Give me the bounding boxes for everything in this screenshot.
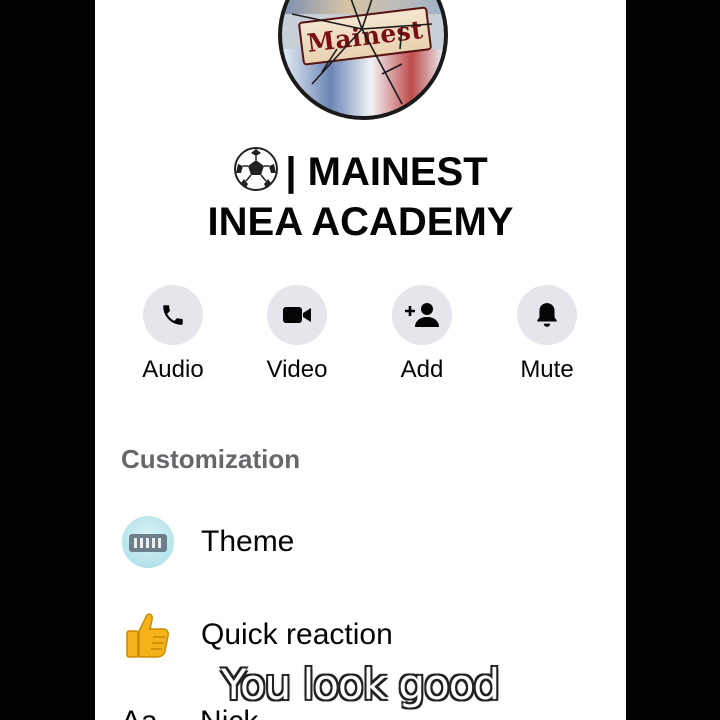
video-camera-icon	[283, 307, 311, 323]
mute-button[interactable]: Mute	[497, 285, 597, 384]
conversation-details-panel: Mainest | MAINEST INEA ACADEMY Audio Vid…	[95, 0, 626, 720]
theme-icon	[122, 516, 174, 568]
quick-reaction-icon-wrap	[121, 608, 175, 662]
add-person-icon	[405, 303, 439, 327]
video-button-circle[interactable]	[267, 285, 327, 345]
group-name-line-1: | MAINEST	[95, 146, 626, 197]
theme-icon-wrap	[121, 515, 175, 569]
group-avatar[interactable]: Mainest	[278, 0, 448, 120]
group-name-line-2: INEA ACADEMY	[207, 200, 514, 244]
add-label: Add	[400, 356, 444, 383]
video-label: Video	[266, 356, 328, 383]
audio-label: Audio	[142, 356, 204, 383]
theme-row[interactable]: Theme	[121, 512, 601, 572]
cracked-glass-overlay	[291, 0, 433, 105]
audio-button-circle[interactable]	[143, 285, 203, 345]
bell-icon	[537, 303, 557, 327]
add-people-button[interactable]: Add	[372, 285, 472, 384]
soccer-ball-icon	[234, 147, 279, 191]
quick-reaction-label: Quick reaction	[201, 618, 393, 651]
mute-label: Mute	[520, 356, 574, 383]
thumbs-up-icon	[126, 613, 169, 658]
audio-call-button[interactable]: Audio	[123, 285, 223, 384]
group-name: | MAINEST INEA ACADEMY	[95, 146, 626, 247]
theme-label: Theme	[201, 525, 295, 558]
group-name-text-1: | MAINEST	[285, 150, 488, 194]
video-caption: You look good	[220, 660, 500, 709]
mute-button-circle[interactable]	[517, 285, 577, 345]
quick-actions: Audio Video Add Mute	[95, 285, 626, 395]
phone-icon	[163, 305, 183, 325]
video-call-button[interactable]: Video	[247, 285, 347, 384]
quick-reaction-row[interactable]: Quick reaction	[121, 605, 601, 665]
add-button-circle[interactable]	[392, 285, 452, 345]
customization-section-title: Customization	[121, 444, 301, 474]
